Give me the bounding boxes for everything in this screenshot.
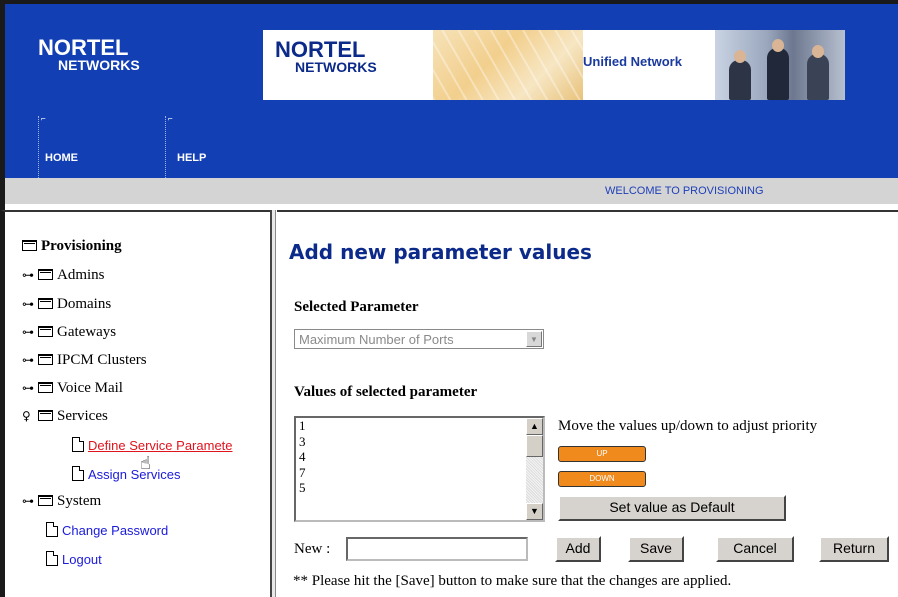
expand-icon[interactable]: ⊶ bbox=[22, 381, 36, 395]
change-password-link[interactable]: Change Password bbox=[62, 523, 168, 538]
frame-divider[interactable] bbox=[270, 210, 276, 597]
expand-icon[interactable]: ⊶ bbox=[22, 268, 36, 282]
values-label: Values of selected parameter bbox=[294, 384, 478, 400]
tree-item-system[interactable]: ⊶ System bbox=[22, 493, 101, 510]
tree-item-voice-mail[interactable]: ⊶ Voice Mail bbox=[22, 380, 123, 397]
tree-item-assign-services[interactable]: Assign Services bbox=[72, 466, 180, 484]
scroll-up-icon[interactable]: ▲ bbox=[526, 418, 543, 435]
document-icon bbox=[46, 522, 58, 537]
nav-divider bbox=[38, 116, 39, 178]
tree-item-label: Gateways bbox=[57, 324, 117, 340]
assign-services-link[interactable]: Assign Services bbox=[88, 467, 180, 482]
tree-item-label: IPCM Clusters bbox=[57, 352, 147, 368]
unified-network-banner: NORTEL NETWORKS Unified Network bbox=[263, 30, 845, 100]
scroll-down-icon[interactable]: ▼ bbox=[526, 503, 543, 520]
folder-icon bbox=[38, 354, 53, 365]
nortel-logo: NORTEL NETWORKS bbox=[38, 35, 140, 73]
welcome-text: WELCOME TO PROVISIONING bbox=[605, 185, 764, 197]
tree-item-services[interactable]: ♀ Services bbox=[22, 408, 108, 425]
banner-logo-networks: NETWORKS bbox=[295, 59, 377, 75]
photo-person-head bbox=[772, 39, 784, 52]
define-service-parameters-link[interactable]: Define Service Paramete bbox=[88, 438, 233, 453]
values-scrollbar[interactable]: ▲ ▼ bbox=[526, 418, 543, 520]
photo-person-head bbox=[734, 50, 746, 63]
save-reminder-note: ** Please hit the [Save] button to make … bbox=[293, 573, 732, 589]
logo-word-networks: NETWORKS bbox=[58, 57, 140, 73]
tree-item-logout[interactable]: Logout bbox=[46, 551, 102, 569]
document-icon bbox=[46, 551, 58, 566]
photo-person bbox=[729, 60, 751, 100]
tree-item-ipcm-clusters[interactable]: ⊶ IPCM Clusters bbox=[22, 352, 147, 369]
banner-photo bbox=[715, 30, 845, 100]
list-item[interactable]: 7 bbox=[296, 465, 543, 481]
banner-graphic bbox=[433, 30, 583, 100]
tree-item-label: Voice Mail bbox=[57, 380, 123, 396]
tree-item-domains[interactable]: ⊶ Domains bbox=[22, 296, 111, 313]
banner-logo-nortel: NORTEL bbox=[275, 37, 366, 62]
document-icon bbox=[72, 466, 84, 481]
hand-cursor-icon: ☝ bbox=[140, 453, 151, 474]
tree-item-define-service-parameters[interactable]: Define Service Paramete bbox=[72, 437, 233, 455]
save-button[interactable]: Save bbox=[628, 536, 684, 562]
logout-link[interactable]: Logout bbox=[62, 552, 102, 567]
values-listbox[interactable]: 1 3 4 7 5 ▲ ▼ bbox=[294, 416, 545, 522]
tree-item-label: Domains bbox=[57, 296, 112, 312]
move-up-button[interactable]: UP bbox=[558, 446, 646, 462]
move-down-button[interactable]: DOWN bbox=[558, 471, 646, 487]
list-item[interactable]: 1 bbox=[296, 418, 543, 434]
parameter-select-value: Maximum Number of Ports bbox=[299, 332, 454, 347]
tree-root-provisioning[interactable]: Provisioning bbox=[22, 238, 122, 255]
folder-icon bbox=[38, 298, 53, 309]
tree-item-label: Admins bbox=[57, 267, 105, 283]
photo-person bbox=[767, 48, 789, 100]
photo-person-head bbox=[812, 45, 824, 58]
document-icon bbox=[72, 437, 84, 452]
list-item[interactable]: 5 bbox=[296, 480, 543, 496]
new-value-input[interactable] bbox=[346, 537, 528, 561]
nav-divider bbox=[165, 116, 166, 178]
folder-icon bbox=[22, 240, 37, 251]
welcome-bar: WELCOME TO PROVISIONING bbox=[0, 178, 898, 204]
tree-item-label: Services bbox=[57, 408, 108, 424]
expand-icon[interactable]: ⊶ bbox=[22, 353, 36, 367]
folder-icon bbox=[38, 382, 53, 393]
page-title: Add new parameter values bbox=[289, 240, 592, 264]
tree-root-label: Provisioning bbox=[41, 238, 122, 254]
photo-person bbox=[807, 54, 829, 100]
collapse-icon[interactable]: ♀ bbox=[22, 409, 36, 423]
folder-icon bbox=[38, 495, 53, 506]
banner-tagline: Unified Network bbox=[583, 54, 682, 69]
parameter-select: Maximum Number of Ports ▼ bbox=[294, 329, 544, 349]
folder-icon bbox=[38, 410, 53, 421]
move-priority-hint: Move the values up/down to adjust priori… bbox=[558, 418, 818, 434]
set-default-button[interactable]: Set value as Default bbox=[558, 495, 786, 521]
nav-home-link[interactable]: HOME bbox=[45, 152, 78, 164]
add-button[interactable]: Add bbox=[555, 536, 601, 562]
chevron-down-icon: ▼ bbox=[526, 331, 542, 347]
nav-help-link[interactable]: HELP bbox=[177, 152, 206, 164]
header-bar: NORTEL NETWORKS NORTEL NETWORKS Unified … bbox=[0, 0, 898, 178]
new-value-label: New : bbox=[294, 541, 331, 557]
folder-icon bbox=[38, 269, 53, 280]
tree-item-label: System bbox=[57, 493, 102, 509]
list-item[interactable]: 3 bbox=[296, 434, 543, 450]
tree-item-admins[interactable]: ⊶ Admins bbox=[22, 267, 105, 284]
return-button[interactable]: Return bbox=[819, 536, 889, 562]
broken-image-icon: ⌐ bbox=[41, 114, 46, 123]
expand-icon[interactable]: ⊶ bbox=[22, 297, 36, 311]
tree-item-gateways[interactable]: ⊶ Gateways bbox=[22, 324, 116, 341]
folder-icon bbox=[38, 326, 53, 337]
selected-parameter-label: Selected Parameter bbox=[294, 299, 419, 315]
expand-icon[interactable]: ⊶ bbox=[22, 325, 36, 339]
cancel-button[interactable]: Cancel bbox=[716, 536, 794, 562]
tree-item-change-password[interactable]: Change Password bbox=[46, 522, 168, 540]
banner-logo: NORTEL NETWORKS bbox=[275, 37, 377, 75]
logo-word-nortel: NORTEL bbox=[38, 35, 129, 60]
broken-image-icon: ⌐ bbox=[168, 114, 173, 123]
list-item[interactable]: 4 bbox=[296, 449, 543, 465]
expand-icon[interactable]: ⊶ bbox=[22, 494, 36, 508]
scroll-thumb[interactable] bbox=[526, 435, 543, 457]
